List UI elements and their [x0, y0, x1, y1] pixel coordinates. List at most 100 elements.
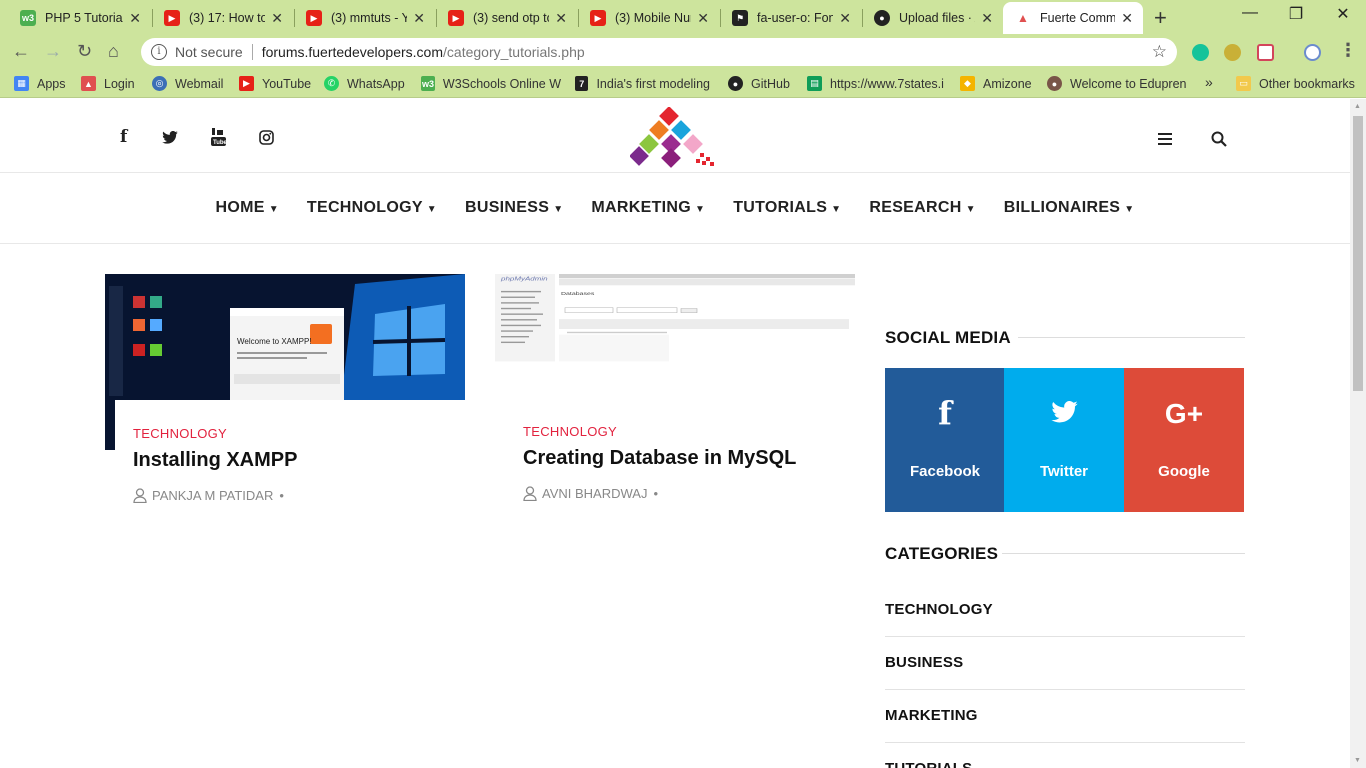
post-title[interactable]: Creating Database in MySQL: [523, 447, 837, 470]
post-author[interactable]: AVNI BHARDWAJ: [542, 486, 647, 501]
scrollbar-thumb[interactable]: [1353, 116, 1363, 391]
twitter-share-button[interactable]: Twitter: [1004, 368, 1124, 512]
category-marketing[interactable]: MARKETING: [885, 707, 1245, 724]
bookmark-label: Welcome to Edupren: [1070, 76, 1187, 91]
browser-tab-6[interactable]: ● Upload files · A ✕: [862, 2, 1003, 34]
browser-tab-2[interactable]: ▶ (3) mmtuts - Y ✕: [294, 2, 435, 34]
close-icon[interactable]: ✕: [555, 10, 567, 27]
pocket-icon[interactable]: [1257, 44, 1274, 61]
nav-technology[interactable]: TECHNOLOGY ▼: [307, 199, 437, 217]
svg-text:phpMyAdmin: phpMyAdmin: [500, 276, 548, 282]
browser-tab-0[interactable]: w3 PHP 5 Tutorial ✕: [8, 2, 151, 34]
bookmark-label: YouTube: [262, 76, 312, 91]
social-label: Facebook: [909, 463, 981, 480]
bookmarks-overflow-button[interactable]: »: [1205, 74, 1213, 90]
grammarly-icon[interactable]: [1192, 44, 1209, 61]
hamburger-menu-icon[interactable]: [1158, 133, 1172, 145]
nav-home[interactable]: HOME ▼: [216, 199, 279, 217]
close-icon[interactable]: ✕: [129, 10, 141, 27]
extension-icon[interactable]: [1224, 44, 1241, 61]
youtube-icon[interactable]: Tube: [211, 128, 226, 146]
nav-label: HOME: [215, 199, 265, 216]
nav-marketing[interactable]: MARKETING ▼: [591, 199, 705, 217]
close-icon[interactable]: ✕: [271, 10, 283, 27]
post-thumbnail-mysql[interactable]: phpMyAdmin Databases: [495, 274, 855, 398]
bookmark-amizone[interactable]: ◆ Amizone: [960, 76, 1032, 91]
close-icon[interactable]: ✕: [839, 10, 851, 27]
search-icon[interactable]: [1211, 131, 1227, 147]
browser-tab-5[interactable]: ⚑ fa-user-o: Font ✕: [720, 2, 861, 34]
nav-research[interactable]: RESEARCH ▼: [869, 199, 975, 217]
post-author[interactable]: PANKJA M PATIDAR: [152, 488, 273, 503]
fuerte-icon: ▲: [1017, 11, 1029, 25]
instagram-icon[interactable]: [259, 130, 274, 145]
bookmark-github[interactable]: ● GitHub: [728, 76, 790, 91]
close-window-button[interactable]: ✕: [1320, 4, 1366, 24]
menu-kebab-icon[interactable]: ⋮: [1339, 40, 1357, 61]
thumb-caption: Welcome to XAMPP!: [237, 337, 312, 346]
nav-label: TECHNOLOGY: [306, 199, 423, 216]
twitter-icon[interactable]: [162, 131, 178, 144]
new-tab-button[interactable]: +: [1154, 5, 1167, 31]
bookmark-youtube[interactable]: ▶ YouTube: [239, 76, 311, 91]
reload-icon[interactable]: ↻: [77, 41, 92, 62]
bookmark-whatsapp[interactable]: ✆ WhatsApp: [324, 76, 405, 91]
restore-button[interactable]: ❐: [1273, 4, 1319, 24]
nav-label: TUTORIALS: [733, 199, 828, 216]
close-icon[interactable]: ✕: [697, 10, 709, 27]
post-category[interactable]: TECHNOLOGY: [133, 426, 447, 441]
tab-strip: w3 PHP 5 Tutorial ✕ ▶ (3) 17: How to ✕ ▶…: [0, 0, 1366, 34]
facebook-icon[interactable]: f: [120, 127, 127, 147]
minimize-button[interactable]: —: [1227, 4, 1273, 22]
nav-billionaires[interactable]: BILLIONAIRES ▼: [1004, 199, 1135, 217]
close-icon[interactable]: ✕: [413, 10, 425, 27]
page-scrollbar[interactable]: ▲ ▼: [1350, 99, 1366, 768]
scroll-up-arrow-icon[interactable]: ▲: [1354, 103, 1361, 110]
post-category[interactable]: TECHNOLOGY: [523, 424, 837, 439]
browser-tab-3[interactable]: ▶ (3) send otp to ✕: [436, 2, 577, 34]
category-technology[interactable]: TECHNOLOGY: [885, 601, 1245, 618]
bookmark-login[interactable]: ▲ Login: [81, 76, 135, 91]
info-icon[interactable]: i: [151, 44, 167, 60]
browser-tab-1[interactable]: ▶ (3) 17: How to ✕: [152, 2, 293, 34]
post-meta: PANKJA M PATIDAR •: [133, 488, 284, 503]
w3schools-icon: w3: [421, 76, 435, 91]
close-icon[interactable]: ✕: [1121, 10, 1133, 27]
caret-down-icon: ▼: [1124, 204, 1135, 215]
fuerte-logo[interactable]: [630, 107, 720, 169]
address-bar[interactable]: i Not secure forums.fuertedevelopers.com…: [141, 38, 1177, 66]
bookmark-w3schools[interactable]: w3 W3Schools Online W: [421, 76, 561, 91]
browser-tab-7-active[interactable]: ▲ Fuerte Commu ✕: [1003, 2, 1143, 34]
profile-avatar[interactable]: [1304, 44, 1321, 61]
bookmarks-bar: ▦ Apps ▲ Login ◎ Webmail ▶ YouTube ✆ WhatsApp…: [0, 70, 1366, 98]
scroll-down-arrow-icon[interactable]: ▼: [1354, 757, 1361, 764]
browser-tab-4[interactable]: ▶ (3) Mobile Nur ✕: [578, 2, 719, 34]
other-bookmarks-folder[interactable]: ▭ Other bookmarks: [1236, 76, 1355, 91]
google-share-button[interactable]: G+ Google: [1124, 368, 1244, 512]
facebook-icon: f: [938, 394, 952, 432]
bookmark-7states[interactable]: ▤ https://www.7states.i: [807, 76, 945, 91]
nav-tutorials[interactable]: TUTORIALS ▼: [733, 199, 841, 217]
svg-text:Tube: Tube: [213, 140, 226, 146]
bookmark-edupren[interactable]: ● Welcome to Edupren: [1047, 76, 1187, 91]
back-arrow-icon[interactable]: ←: [12, 41, 30, 62]
post-title[interactable]: Installing XAMPP: [133, 449, 447, 472]
whatsapp-icon: ✆: [324, 76, 339, 91]
forward-arrow-icon[interactable]: →: [44, 41, 62, 62]
nav-business[interactable]: BUSINESS ▼: [465, 199, 563, 217]
bookmark-apps[interactable]: ▦ Apps: [14, 76, 66, 91]
categories-title: CATEGORIES: [885, 544, 999, 563]
category-business[interactable]: BUSINESS: [885, 654, 1245, 671]
category-tutorials[interactable]: TUTORIALS: [885, 760, 1245, 768]
bookmark-modeling[interactable]: 7 India's first modeling: [575, 76, 710, 91]
bookmark-webmail[interactable]: ◎ Webmail: [152, 76, 223, 91]
bookmark-label: Webmail: [175, 76, 224, 91]
caret-down-icon: ▼: [426, 204, 437, 215]
facebook-share-button[interactable]: f Facebook: [885, 368, 1005, 512]
home-icon[interactable]: ⌂: [108, 41, 119, 62]
nav-label: BUSINESS: [465, 199, 550, 216]
close-icon[interactable]: ✕: [981, 10, 993, 27]
bookmark-label: Other bookmarks: [1259, 76, 1355, 91]
google-plus-icon: G+: [1164, 398, 1204, 429]
bookmark-star-icon[interactable]: ☆: [1152, 42, 1167, 62]
